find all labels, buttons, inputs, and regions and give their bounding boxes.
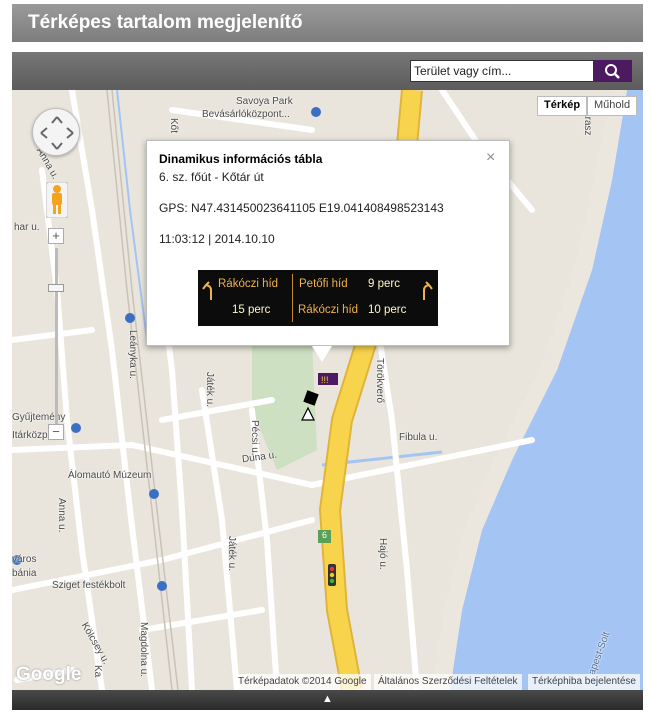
svg-text:!!!: !!! <box>321 375 329 385</box>
arrow-up-left-icon <box>202 281 212 300</box>
expand-toggle-icon[interactable]: ▲ <box>322 693 333 705</box>
street-view-pegman-icon[interactable] <box>45 181 69 219</box>
vms-sign-display: Rákóczi híd 15 perc Petőfi híd 9 perc Rá… <box>198 270 438 326</box>
map-type-terkep[interactable]: Térkép <box>537 96 588 116</box>
popup-subtitle: 6. sz. főút - Kőtár út <box>159 170 264 184</box>
popup-pointer <box>312 346 332 362</box>
arrow-up-right-icon <box>423 281 433 300</box>
attribution-report-link[interactable]: Térképhiba bejelentése <box>528 674 640 690</box>
map-toolbar <box>12 52 643 90</box>
map-label-alomauto: Álomautó Múzeum <box>68 470 152 481</box>
page-title: Térképes tartalom megjelenítő <box>12 4 643 42</box>
map-type-muhold[interactable]: Műhold <box>587 96 638 116</box>
map-label-leanyka: Leányka u. <box>127 330 138 379</box>
attribution-terms-link[interactable]: Általános Szerződési Feltételek <box>374 674 522 690</box>
zoom-in-button[interactable]: + <box>48 228 64 244</box>
map-label-fibula: Fibula u. <box>399 432 438 443</box>
info-popup: Dinamikus információs tábla 6. sz. főút … <box>146 140 510 346</box>
map-label-har: har u. <box>14 222 40 233</box>
search-input[interactable] <box>410 60 594 82</box>
map-label-kot: Kőt <box>168 118 179 134</box>
map-label-sziget: Sziget festékbolt <box>52 580 126 591</box>
search-icon <box>605 64 620 79</box>
map-label-tarkozp: Itárközp <box>12 430 48 441</box>
map-label-varos: város <box>12 554 37 565</box>
popup-title: Dinamikus információs tábla <box>159 152 323 166</box>
vms-right-top-name: Petőfi híd <box>299 278 348 290</box>
vms-left-top: Rákóczi híd <box>218 278 279 290</box>
map-label-bevasarlo: Bevásárlóközpont... <box>202 109 290 120</box>
map-label-savoya: Savoya Park <box>236 96 293 107</box>
vms-right-top-time: 9 perc <box>368 278 400 290</box>
map-label-bania: bánia <box>12 568 37 579</box>
map-label-magdolna: Magdolna u. <box>138 622 149 678</box>
zoom-slider-thumb[interactable] <box>48 284 64 292</box>
popup-time: 11:03:12 | 2014.10.10 <box>159 232 275 246</box>
map-label-jatek-top: Játék u. <box>204 372 215 408</box>
pan-arrows-icon <box>40 116 74 150</box>
popup-gps: GPS: N47.431450023641105 E19.04140849852… <box>159 201 444 215</box>
zoom-out-button[interactable]: − <box>48 424 64 440</box>
map-label-anna-bottom: Anna u. <box>56 498 67 533</box>
vms-left-bottom: 15 perc <box>232 304 271 316</box>
google-logo: Google <box>16 664 82 685</box>
map-label-ka: Ka <box>92 665 103 678</box>
vms-right-bottom-time: 10 perc <box>368 304 407 316</box>
pan-control[interactable] <box>32 108 80 156</box>
map-label-hajo: Hajó u. <box>377 538 388 570</box>
close-icon[interactable]: × <box>486 149 495 167</box>
map-label-torokvero: Törökverő <box>374 358 385 404</box>
map-label-pecsi: Pécsi u. <box>249 420 260 456</box>
vms-divider <box>292 274 293 322</box>
route-6-shield: 6 <box>322 530 328 540</box>
vms-right-bottom-name: Rákóczi híd <box>298 304 359 316</box>
search-button[interactable] <box>594 60 632 82</box>
attribution-data: Térképadatok ©2014 Google <box>234 674 371 690</box>
footer-bar: ▲ <box>12 690 643 710</box>
map-label-jatek-bottom: Játék u. <box>226 536 237 572</box>
zoom-slider-track[interactable] <box>55 248 58 428</box>
map-canvas[interactable]: !!! Savoya Park Bevásárlóközpont... Áras… <box>12 90 643 690</box>
